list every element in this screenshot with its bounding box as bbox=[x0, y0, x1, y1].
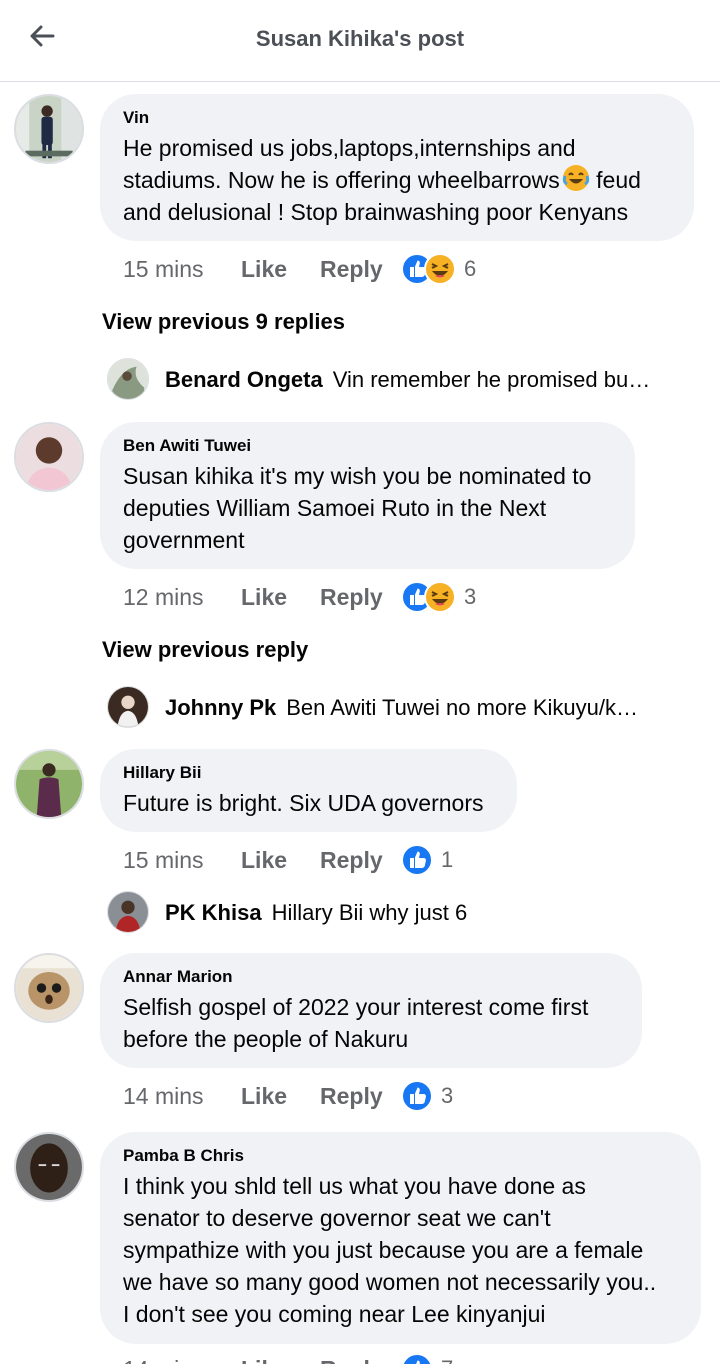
comment-meta: 14 mins Like Reply 7 bbox=[123, 1352, 503, 1364]
reply-text: Johnny Pk Ben Awiti Tuwei no more Kikuyu/… bbox=[165, 695, 639, 720]
reactions-summary[interactable]: 3 bbox=[401, 580, 476, 614]
top-bar: Susan Kihika's post bbox=[0, 0, 720, 82]
reactions-summary[interactable]: 6 bbox=[401, 252, 476, 286]
comment-text: He promised us jobs,laptops,internships … bbox=[123, 135, 641, 225]
comment-time[interactable]: 15 mins bbox=[123, 256, 204, 283]
comment-bubble[interactable]: Pamba B Chris I think you shld tell us w… bbox=[100, 1132, 701, 1344]
haha-icon bbox=[424, 253, 456, 285]
comment-author[interactable]: Vin bbox=[123, 108, 672, 128]
reply-preview[interactable]: PK Khisa Hillary Bii why just 6 bbox=[107, 891, 697, 935]
view-previous-replies-link[interactable]: View previous reply bbox=[102, 637, 308, 663]
comment-meta: 14 mins Like Reply 3 bbox=[123, 1079, 503, 1113]
comment-author[interactable]: Hillary Bii bbox=[123, 763, 495, 783]
comment-meta: 15 mins Like Reply 6 bbox=[123, 252, 503, 286]
avatar[interactable] bbox=[14, 94, 84, 164]
reply-text: PK Khisa Hillary Bii why just 6 bbox=[165, 900, 468, 925]
comment-text: Future is bright. Six UDA governors bbox=[123, 790, 484, 816]
reply-button[interactable]: Reply bbox=[320, 1083, 383, 1110]
comment-time[interactable]: 12 mins bbox=[123, 584, 204, 611]
reply-button[interactable]: Reply bbox=[320, 584, 383, 611]
comment-bubble[interactable]: Ben Awiti Tuwei Susan kihika it's my wis… bbox=[100, 422, 635, 569]
face-with-tears-of-joy-icon bbox=[562, 165, 589, 191]
avatar[interactable] bbox=[14, 1132, 84, 1202]
comment-author[interactable]: Annar Marion bbox=[123, 967, 620, 987]
comment-text: I think you shld tell us what you have d… bbox=[123, 1173, 657, 1327]
like-button[interactable]: Like bbox=[241, 584, 287, 611]
reaction-count: 3 bbox=[464, 584, 477, 609]
reply-preview[interactable]: Benard Ongeta Vin remember he promised bu… bbox=[107, 358, 697, 402]
avatar[interactable] bbox=[14, 422, 84, 492]
reply-preview[interactable]: Johnny Pk Ben Awiti Tuwei no more Kikuyu/… bbox=[107, 686, 697, 730]
comment-bubble[interactable]: Hillary Bii Future is bright. Six UDA go… bbox=[100, 749, 517, 832]
comment-time[interactable]: 14 mins bbox=[123, 1083, 204, 1110]
comment-meta: 12 mins Like Reply 3 bbox=[123, 580, 503, 614]
view-previous-replies-link[interactable]: View previous 9 replies bbox=[102, 309, 345, 335]
haha-icon bbox=[424, 581, 456, 613]
avatar[interactable] bbox=[14, 749, 84, 819]
reactions-summary[interactable]: 3 bbox=[401, 1079, 453, 1113]
comment-time[interactable]: 14 mins bbox=[123, 1356, 204, 1364]
like-icon bbox=[401, 1353, 433, 1364]
avatar[interactable] bbox=[107, 358, 149, 400]
page-title: Susan Kihika's post bbox=[255, 26, 465, 51]
reply-button[interactable]: Reply bbox=[320, 847, 383, 874]
comment-meta: 15 mins Like Reply 1 bbox=[123, 843, 503, 877]
reactions-summary[interactable]: 7 bbox=[401, 1352, 453, 1364]
reactions-summary[interactable]: 1 bbox=[401, 843, 453, 877]
reaction-count: 3 bbox=[441, 1083, 454, 1108]
reaction-count: 6 bbox=[464, 256, 477, 281]
comment-text: Selfish gospel of 2022 your interest com… bbox=[123, 994, 589, 1052]
avatar[interactable] bbox=[107, 891, 149, 933]
comment-text: Susan kihika it's my wish you be nominat… bbox=[123, 463, 592, 553]
avatar[interactable] bbox=[14, 953, 84, 1023]
reaction-count: 1 bbox=[441, 847, 454, 872]
like-button[interactable]: Like bbox=[241, 256, 287, 283]
like-icon bbox=[401, 1080, 433, 1112]
like-button[interactable]: Like bbox=[241, 847, 287, 874]
reply-text: Benard Ongeta Vin remember he promised bu… bbox=[165, 367, 651, 392]
reply-button[interactable]: Reply bbox=[320, 1356, 383, 1364]
comment-author[interactable]: Pamba B Chris bbox=[123, 1146, 679, 1166]
like-button[interactable]: Like bbox=[241, 1356, 287, 1364]
avatar[interactable] bbox=[107, 686, 149, 728]
comment-author[interactable]: Ben Awiti Tuwei bbox=[123, 436, 613, 456]
comment-time[interactable]: 15 mins bbox=[123, 847, 204, 874]
reply-button[interactable]: Reply bbox=[320, 256, 383, 283]
comment-bubble[interactable]: Vin He promised us jobs,laptops,internsh… bbox=[100, 94, 694, 241]
like-button[interactable]: Like bbox=[241, 1083, 287, 1110]
reaction-count: 7 bbox=[441, 1356, 453, 1364]
like-icon bbox=[401, 844, 433, 876]
comment-bubble[interactable]: Annar Marion Selfish gospel of 2022 your… bbox=[100, 953, 642, 1068]
